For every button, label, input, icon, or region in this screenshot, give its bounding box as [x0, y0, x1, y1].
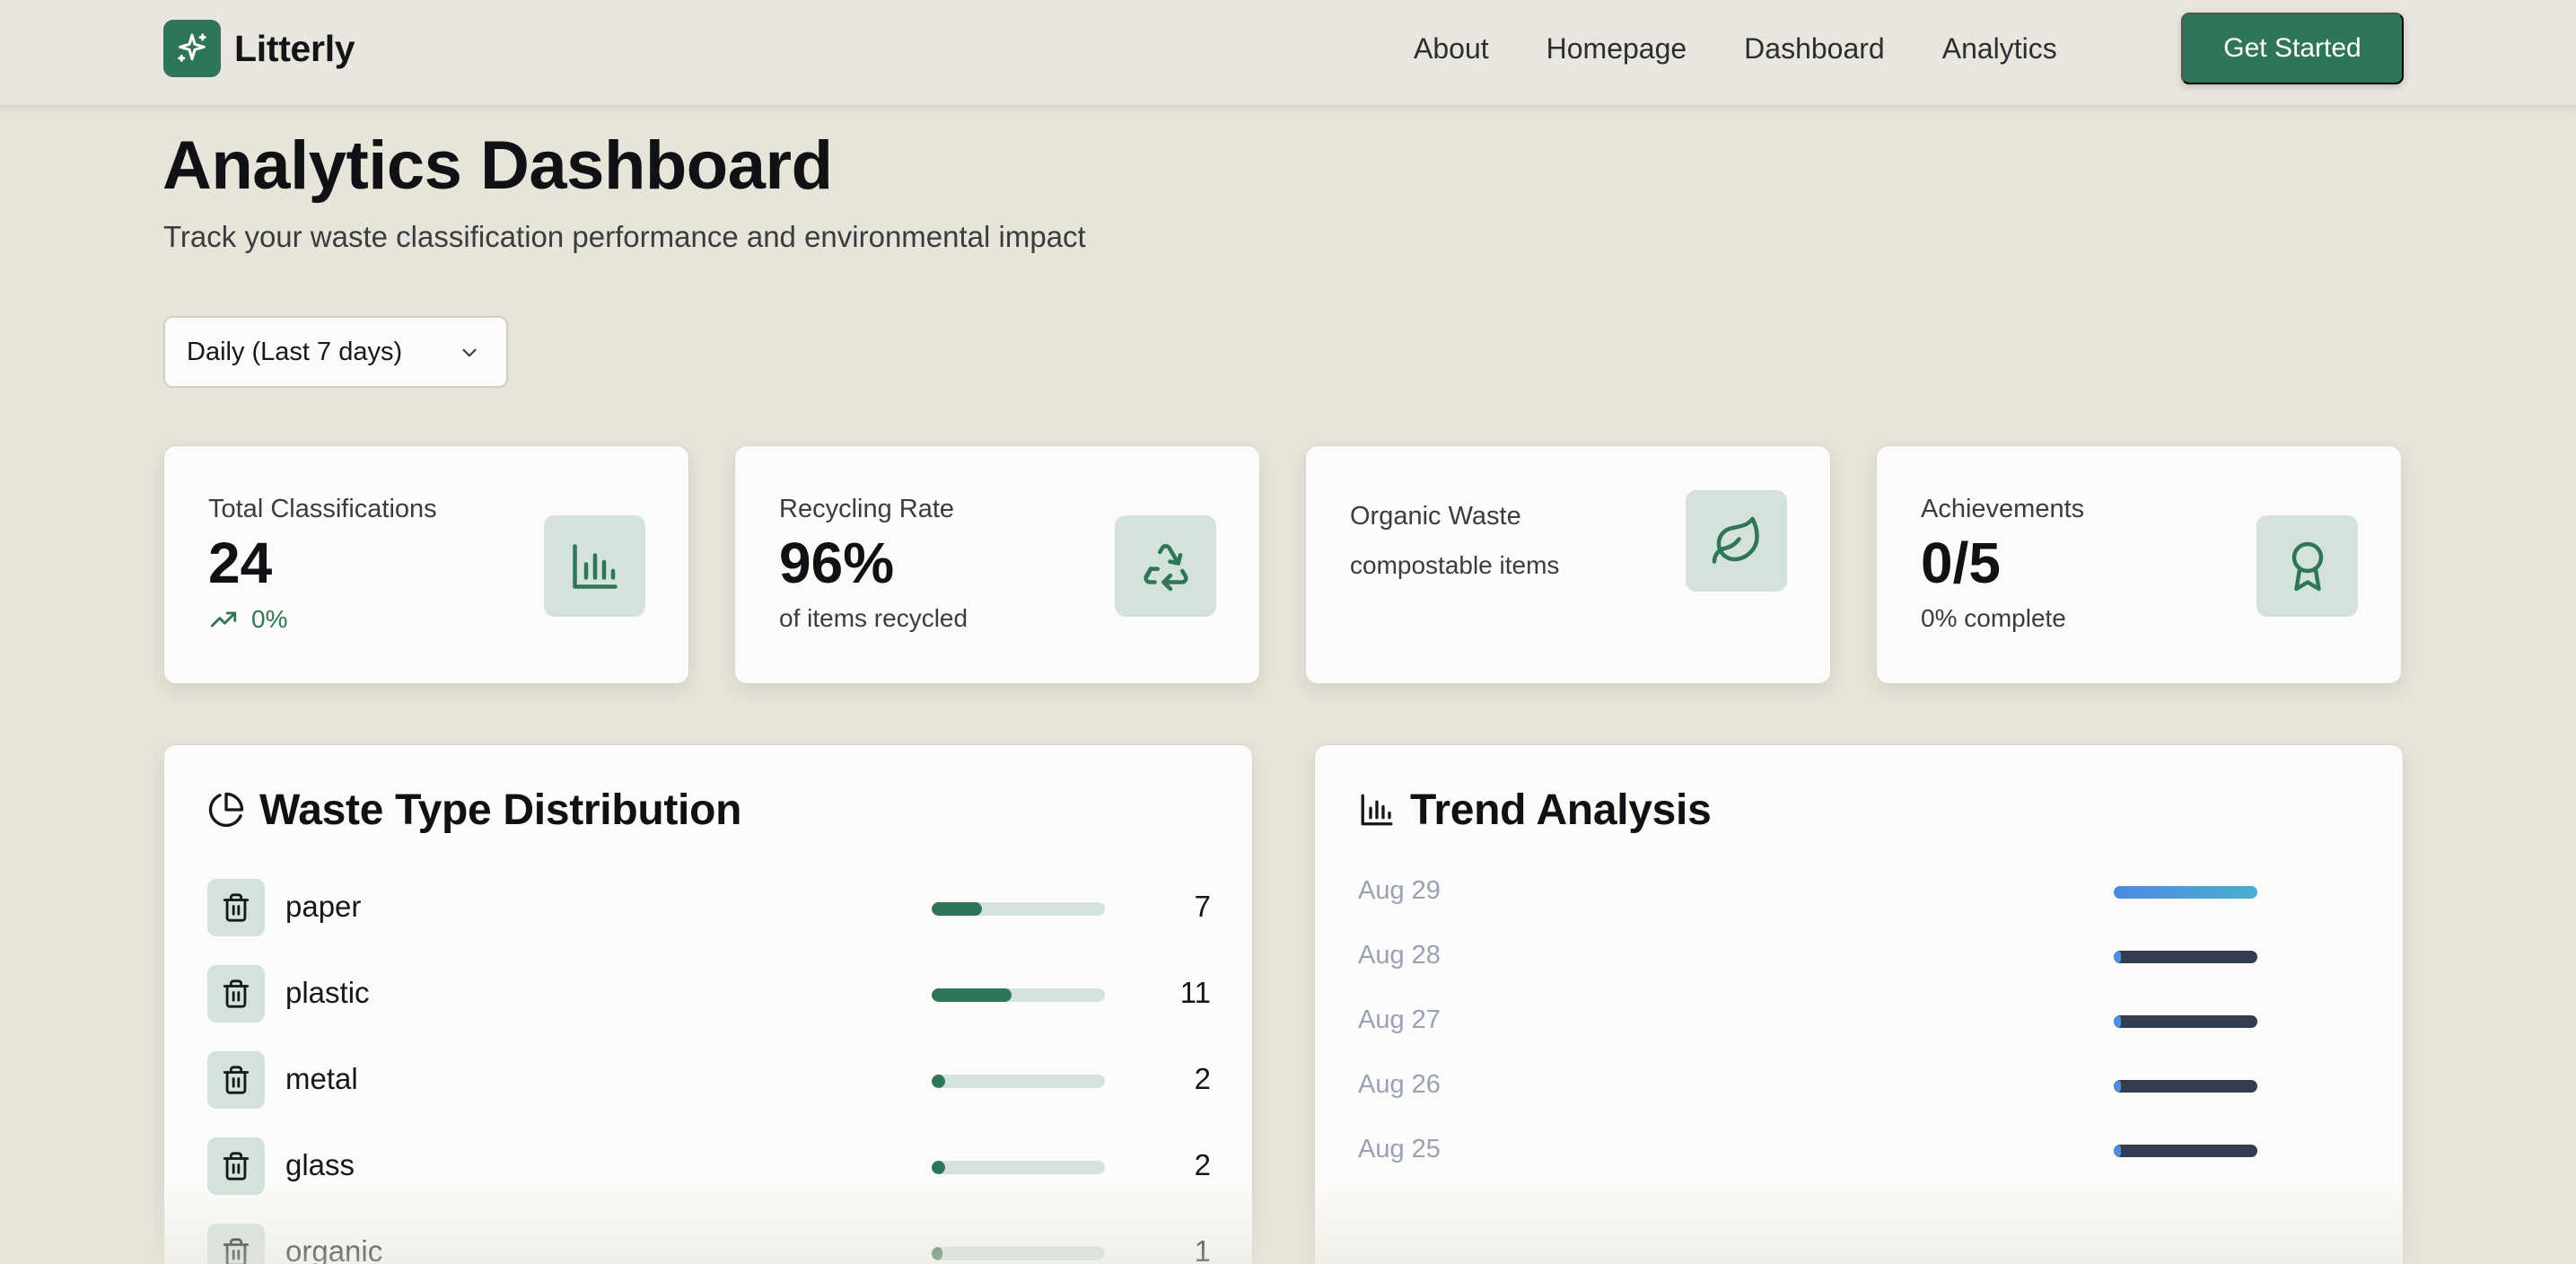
brand[interactable]: Litterly — [163, 20, 355, 77]
award-icon — [2256, 515, 2358, 617]
progress-fill — [932, 902, 982, 916]
trend-date: Aug 25 — [1358, 1135, 1441, 1163]
waste-type-count: 2 — [1194, 1062, 1211, 1095]
waste-type-count: 2 — [1194, 1148, 1211, 1181]
distribution-row[interactable]: plastic 11 — [207, 965, 1211, 1023]
stat-change: 0% — [251, 605, 288, 633]
bar-chart-icon — [544, 515, 645, 617]
distribution-row[interactable]: paper 7 — [207, 879, 1211, 936]
panel-title: Waste Type Distribution — [259, 786, 742, 834]
nav-link-analytics[interactable]: Analytics — [1942, 32, 2057, 66]
trash-icon — [207, 879, 265, 936]
stat-value: 96% — [779, 531, 895, 595]
trend-date: Aug 26 — [1358, 1070, 1441, 1099]
trend-date: Aug 27 — [1358, 1005, 1441, 1034]
stat-label: Organic Waste — [1350, 502, 1521, 531]
stat-label: Recycling Rate — [779, 495, 955, 523]
page-title: Analytics Dashboard — [162, 127, 833, 204]
stat-sub: of items recycled — [779, 604, 968, 632]
nav-link-homepage[interactable]: Homepage — [1546, 32, 1687, 66]
trend-bar — [2114, 951, 2257, 963]
waste-type-name: plastic — [285, 976, 370, 1009]
progress-fill — [932, 1247, 942, 1260]
trend-bar — [2114, 1015, 2257, 1028]
waste-type-count: 1 — [1194, 1234, 1211, 1264]
distribution-row[interactable]: metal 2 — [207, 1051, 1211, 1109]
sparkle-icon — [163, 20, 221, 77]
progress-track — [932, 1247, 1105, 1260]
waste-type-count: 7 — [1194, 890, 1211, 923]
panel-title: Trend Analysis — [1410, 786, 1712, 834]
nav-links: About Homepage Dashboard Analytics — [1414, 27, 2057, 70]
trend-row: Aug 26 — [1358, 1068, 2361, 1104]
stat-value: 24 — [208, 531, 273, 595]
top-navbar: Litterly About Homepage Dashboard Analyt… — [0, 0, 2576, 106]
stat-sub: 0% complete — [1921, 604, 2066, 632]
page-subtitle: Track your waste classification performa… — [163, 220, 1086, 253]
trash-icon — [207, 1137, 265, 1195]
trash-icon — [207, 965, 265, 1023]
bar-chart-icon — [1361, 794, 1393, 826]
pie-chart-icon — [208, 792, 244, 828]
trend-row: Aug 25 — [1358, 1133, 2361, 1169]
waste-type-name: paper — [285, 890, 362, 923]
progress-track — [932, 902, 1105, 916]
trending-up-icon — [210, 611, 237, 628]
distribution-row[interactable]: organic 1 — [207, 1224, 1211, 1264]
progress-fill — [932, 988, 1012, 1002]
trend-bar — [2114, 886, 2257, 899]
trend-bar-segment — [2114, 951, 2121, 963]
trend-bar-segment — [2114, 1015, 2121, 1028]
waste-type-name: organic — [285, 1234, 383, 1264]
stat-label: Total Classifications — [208, 495, 437, 523]
stat-card-achievements: Achievements 0/5 0% complete — [1876, 445, 2402, 684]
stat-card-recycling-rate: Recycling Rate 96% of items recycled — [734, 445, 1260, 684]
stat-value: 0/5 — [1921, 531, 2001, 595]
waste-type-name: metal — [285, 1062, 358, 1095]
stat-card-total-classifications: Total Classifications 24 0% — [163, 445, 689, 684]
progress-track — [932, 1161, 1105, 1174]
progress-track — [932, 988, 1105, 1002]
recycle-icon — [1115, 515, 1216, 617]
trend-analysis-panel: Trend Analysis Aug 29 Aug 28 Aug 27 Aug 26 A… — [1314, 744, 2404, 1264]
trend-date: Aug 29 — [1358, 876, 1441, 905]
progress-track — [932, 1075, 1105, 1088]
distribution-row[interactable]: glass 2 — [207, 1137, 1211, 1195]
period-select[interactable]: Daily (Last 7 days) — [163, 316, 508, 388]
brand-name: Litterly — [234, 27, 355, 69]
leaf-icon — [1686, 490, 1787, 592]
stat-card-organic-waste: Organic Waste compostable items — [1305, 445, 1831, 684]
trend-bar — [2114, 1080, 2257, 1093]
trend-row: Aug 29 — [1358, 874, 2361, 910]
trend-row: Aug 28 — [1358, 939, 2361, 975]
waste-type-count: 11 — [1179, 976, 1211, 1009]
progress-fill — [932, 1161, 945, 1174]
nav-link-dashboard[interactable]: Dashboard — [1744, 32, 1885, 66]
stat-sub: 0% — [208, 604, 287, 635]
trash-icon — [207, 1224, 265, 1264]
get-started-button[interactable]: Get Started — [2181, 13, 2404, 84]
nav-link-about[interactable]: About — [1414, 32, 1489, 66]
progress-fill — [932, 1075, 945, 1088]
panel-header: Trend Analysis — [1358, 783, 1712, 837]
trend-date: Aug 28 — [1358, 941, 1441, 970]
stat-sub: compostable items — [1350, 551, 1560, 579]
trash-icon — [207, 1051, 265, 1109]
trend-bar — [2114, 1145, 2257, 1157]
panel-header: Waste Type Distribution — [207, 783, 741, 837]
stat-label: Achievements — [1921, 495, 2085, 523]
period-select-value: Daily (Last 7 days) — [187, 337, 403, 366]
waste-type-name: glass — [285, 1148, 355, 1181]
trend-bar-segment — [2114, 1145, 2121, 1157]
waste-distribution-panel: Waste Type Distribution paper 7 plastic 11 m… — [163, 744, 1253, 1264]
trend-bar-segment — [2114, 1080, 2121, 1093]
trend-row: Aug 27 — [1358, 1004, 2361, 1040]
chevron-down-icon — [462, 348, 477, 357]
